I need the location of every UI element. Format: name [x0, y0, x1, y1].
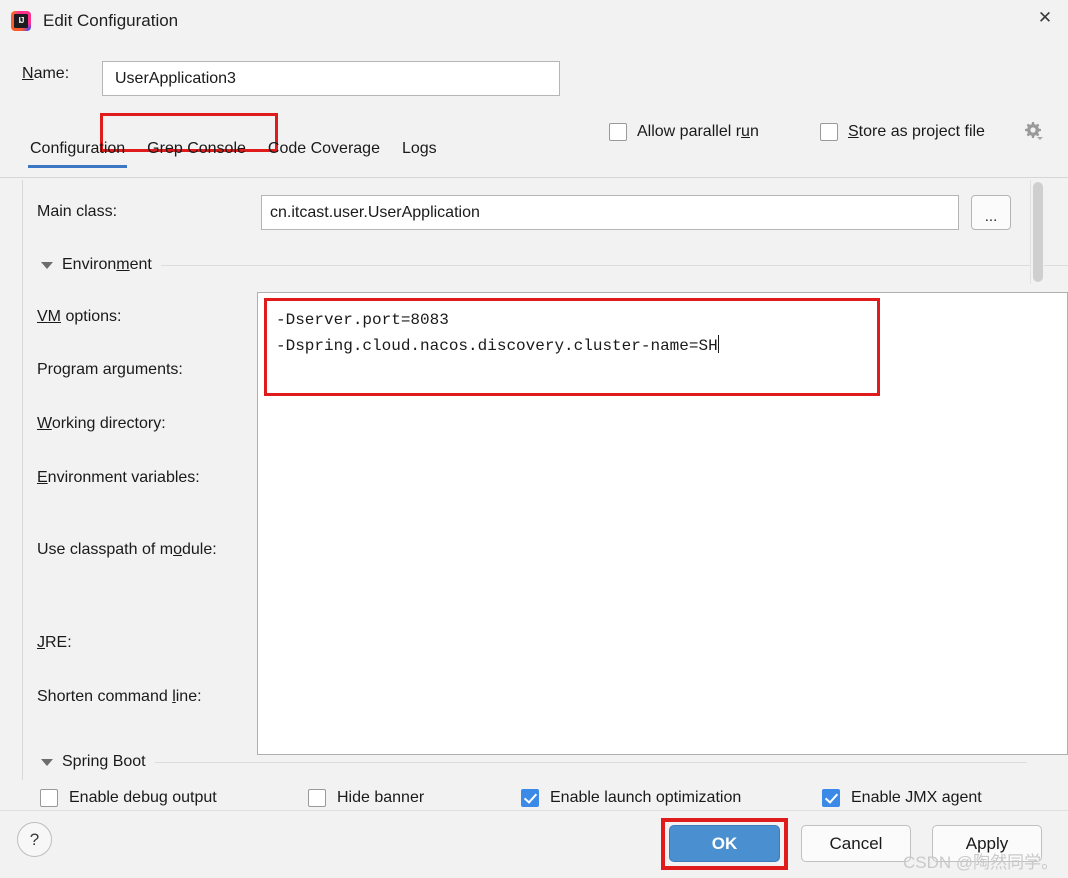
jre-label: JRE: [37, 634, 72, 652]
environment-variables-label: Environment variables: [37, 469, 200, 487]
vm-options-editor-popup[interactable]: -Dserver.port=8083 -Dspring.cloud.nacos.… [257, 292, 1068, 755]
tab-configuration[interactable]: Configuration [28, 138, 127, 168]
dialog-titlebar: Edit Configuration ✕ [0, 0, 1068, 42]
vm-options-line-2: -Dspring.cloud.nacos.discovery.cluster-n… [276, 337, 718, 355]
environment-section-rule [161, 265, 1068, 266]
use-classpath-of-module-label: Use classpath of module: [37, 541, 217, 559]
chevron-down-icon[interactable] [41, 262, 53, 269]
dialog-title: Edit Configuration [43, 11, 178, 31]
enable-launch-optimization-checkbox-box[interactable] [521, 789, 539, 807]
enable-jmx-agent-label: Enable JMX agent [851, 789, 982, 807]
main-class-input[interactable] [261, 195, 959, 230]
name-label-rest: ame: [34, 65, 70, 82]
apply-button[interactable]: Apply [932, 825, 1042, 862]
close-icon[interactable]: ✕ [1022, 0, 1068, 36]
main-class-label: Main class: [37, 203, 117, 221]
enable-launch-optimization-checkbox[interactable]: Enable launch optimization [521, 789, 741, 807]
enable-jmx-agent-checkbox[interactable]: Enable JMX agent [822, 789, 982, 807]
enable-debug-output-checkbox[interactable]: Enable debug output [40, 789, 217, 807]
spring-boot-section-header[interactable]: Spring Boot [41, 753, 1027, 771]
main-class-browse-button[interactable]: ... [971, 195, 1011, 230]
name-row: Name: Allow parallel run Store as projec… [0, 52, 1068, 108]
name-label-mnemonic: N [22, 65, 34, 82]
cancel-button[interactable]: Cancel [801, 825, 911, 862]
vm-options-editor-text[interactable]: -Dserver.port=8083 -Dspring.cloud.nacos.… [276, 307, 719, 359]
name-input[interactable] [102, 61, 560, 96]
ok-button[interactable]: OK [669, 825, 780, 862]
hide-banner-checkbox-box[interactable] [308, 789, 326, 807]
intellij-idea-logo-icon [11, 11, 31, 31]
name-label: Name: [22, 65, 69, 83]
tab-logs[interactable]: Logs [400, 138, 439, 168]
vm-options-line-1: -Dserver.port=8083 [276, 311, 449, 329]
text-caret [718, 335, 719, 353]
help-button[interactable]: ? [17, 822, 52, 857]
tab-bar: Configuration Grep Console Code Coverage… [0, 138, 1068, 178]
tab-code-coverage[interactable]: Code Coverage [266, 138, 382, 168]
enable-jmx-agent-checkbox-box[interactable] [822, 789, 840, 807]
program-arguments-label: Program arguments: [37, 361, 183, 379]
enable-launch-optimization-label: Enable launch optimization [550, 789, 741, 807]
shorten-command-line-label: Shorten command line: [37, 688, 202, 706]
spring-boot-section-label: Spring Boot [62, 753, 146, 771]
form-scrollbar-thumb[interactable] [1033, 182, 1043, 282]
vm-options-label: VM options: [37, 308, 121, 326]
spring-boot-section-rule [155, 762, 1027, 763]
environment-section-header[interactable]: Environment [41, 256, 1068, 274]
enable-debug-output-label: Enable debug output [69, 789, 217, 807]
enable-debug-output-checkbox-box[interactable] [40, 789, 58, 807]
chevron-down-icon[interactable] [41, 759, 53, 766]
hide-banner-label: Hide banner [337, 789, 424, 807]
working-directory-label: Working directory: [37, 415, 166, 433]
environment-section-label: Environment [62, 256, 152, 274]
form-left-border [22, 180, 23, 780]
hide-banner-checkbox[interactable]: Hide banner [308, 789, 424, 807]
tab-grep-console[interactable]: Grep Console [145, 138, 248, 168]
